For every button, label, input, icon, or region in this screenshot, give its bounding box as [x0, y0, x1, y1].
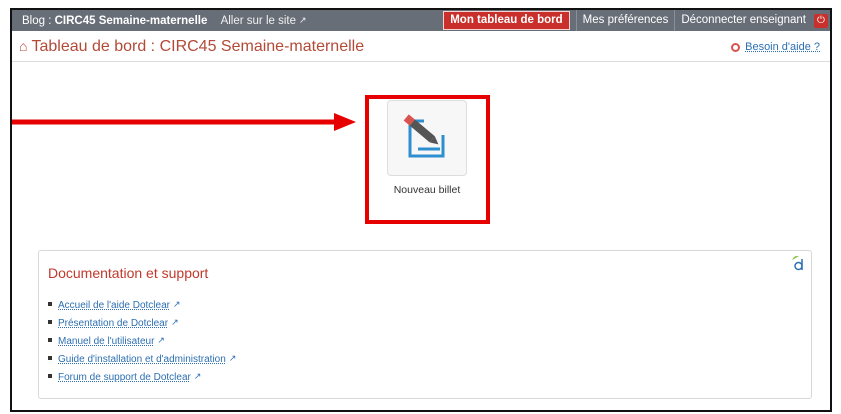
blog-name: CIRC45 Semaine-maternelle: [54, 15, 208, 27]
documentation-box: Documentation et support Accueil de l'ai…: [38, 250, 812, 399]
annotation-arrow: [12, 113, 356, 131]
bullet: [48, 320, 52, 324]
doc-link-support-forum[interactable]: Forum de support de Dotclear ↗: [48, 368, 236, 386]
preferences-link[interactable]: Mes préférences: [575, 10, 675, 31]
visit-site-label: Aller sur le site: [220, 15, 296, 27]
visit-site-link[interactable]: Aller sur le site ↗: [221, 15, 307, 27]
top-bar: Blog : CIRC45 Semaine-maternelle Aller s…: [12, 10, 830, 31]
logout-link[interactable]: Déconnecter enseignant: [674, 10, 812, 31]
documentation-links: Accueil de l'aide Dotclear ↗ Présentation…: [48, 296, 236, 386]
blog-prefix: Blog :: [22, 15, 55, 27]
doc-link-user-manual[interactable]: Manuel de l'utilisateur ↗: [48, 332, 236, 350]
new-entry-button[interactable]: Nouveau billet: [387, 100, 467, 210]
bullet: [48, 338, 52, 342]
lifebuoy-icon: [731, 43, 741, 52]
external-link-icon: ↗: [157, 335, 165, 345]
page-header: ⌂ Tableau de bord : CIRC45 Semaine-matern…: [12, 31, 830, 62]
pen-edit-icon: [403, 114, 445, 158]
external-link-icon: ↗: [193, 371, 202, 381]
bullet: [48, 356, 52, 360]
external-link-icon: ↗: [171, 317, 179, 327]
documentation-title: Documentation et support: [48, 265, 209, 281]
top-bar-right: Mon tableau de bord Mes préférences Déco…: [443, 10, 828, 31]
external-link-icon: ↗: [172, 299, 181, 309]
top-bar-left: Blog : CIRC45 Semaine-maternelle Aller s…: [22, 10, 307, 32]
external-link-icon: ↗: [299, 15, 307, 25]
doc-link-help-home[interactable]: Accueil de l'aide Dotclear ↗: [48, 296, 236, 314]
new-entry-label[interactable]: Nouveau billet: [387, 184, 467, 196]
help-link[interactable]: Besoin d'aide ?: [731, 41, 820, 53]
power-icon[interactable]: ⏻: [814, 13, 828, 28]
dashboard-button[interactable]: Mon tableau de bord: [443, 11, 570, 30]
bullet: [48, 302, 52, 306]
external-link-icon: ↗: [228, 353, 237, 363]
dotclear-logo-icon: [792, 255, 803, 271]
home-icon[interactable]: ⌂: [19, 38, 27, 54]
page-title-text: Tableau de bord : CIRC45 Semaine-materne…: [31, 38, 365, 55]
new-entry-tile[interactable]: [387, 100, 467, 176]
bullet: [48, 374, 52, 378]
page-title: ⌂ Tableau de bord : CIRC45 Semaine-matern…: [19, 38, 364, 56]
doc-link-presentation[interactable]: Présentation de Dotclear ↗: [48, 314, 236, 332]
help-label: Besoin d'aide ?: [745, 41, 820, 53]
doc-link-install-guide[interactable]: Guide d'installation et d'administration…: [48, 350, 236, 368]
browser-frame: Blog : CIRC45 Semaine-maternelle Aller s…: [10, 8, 832, 412]
